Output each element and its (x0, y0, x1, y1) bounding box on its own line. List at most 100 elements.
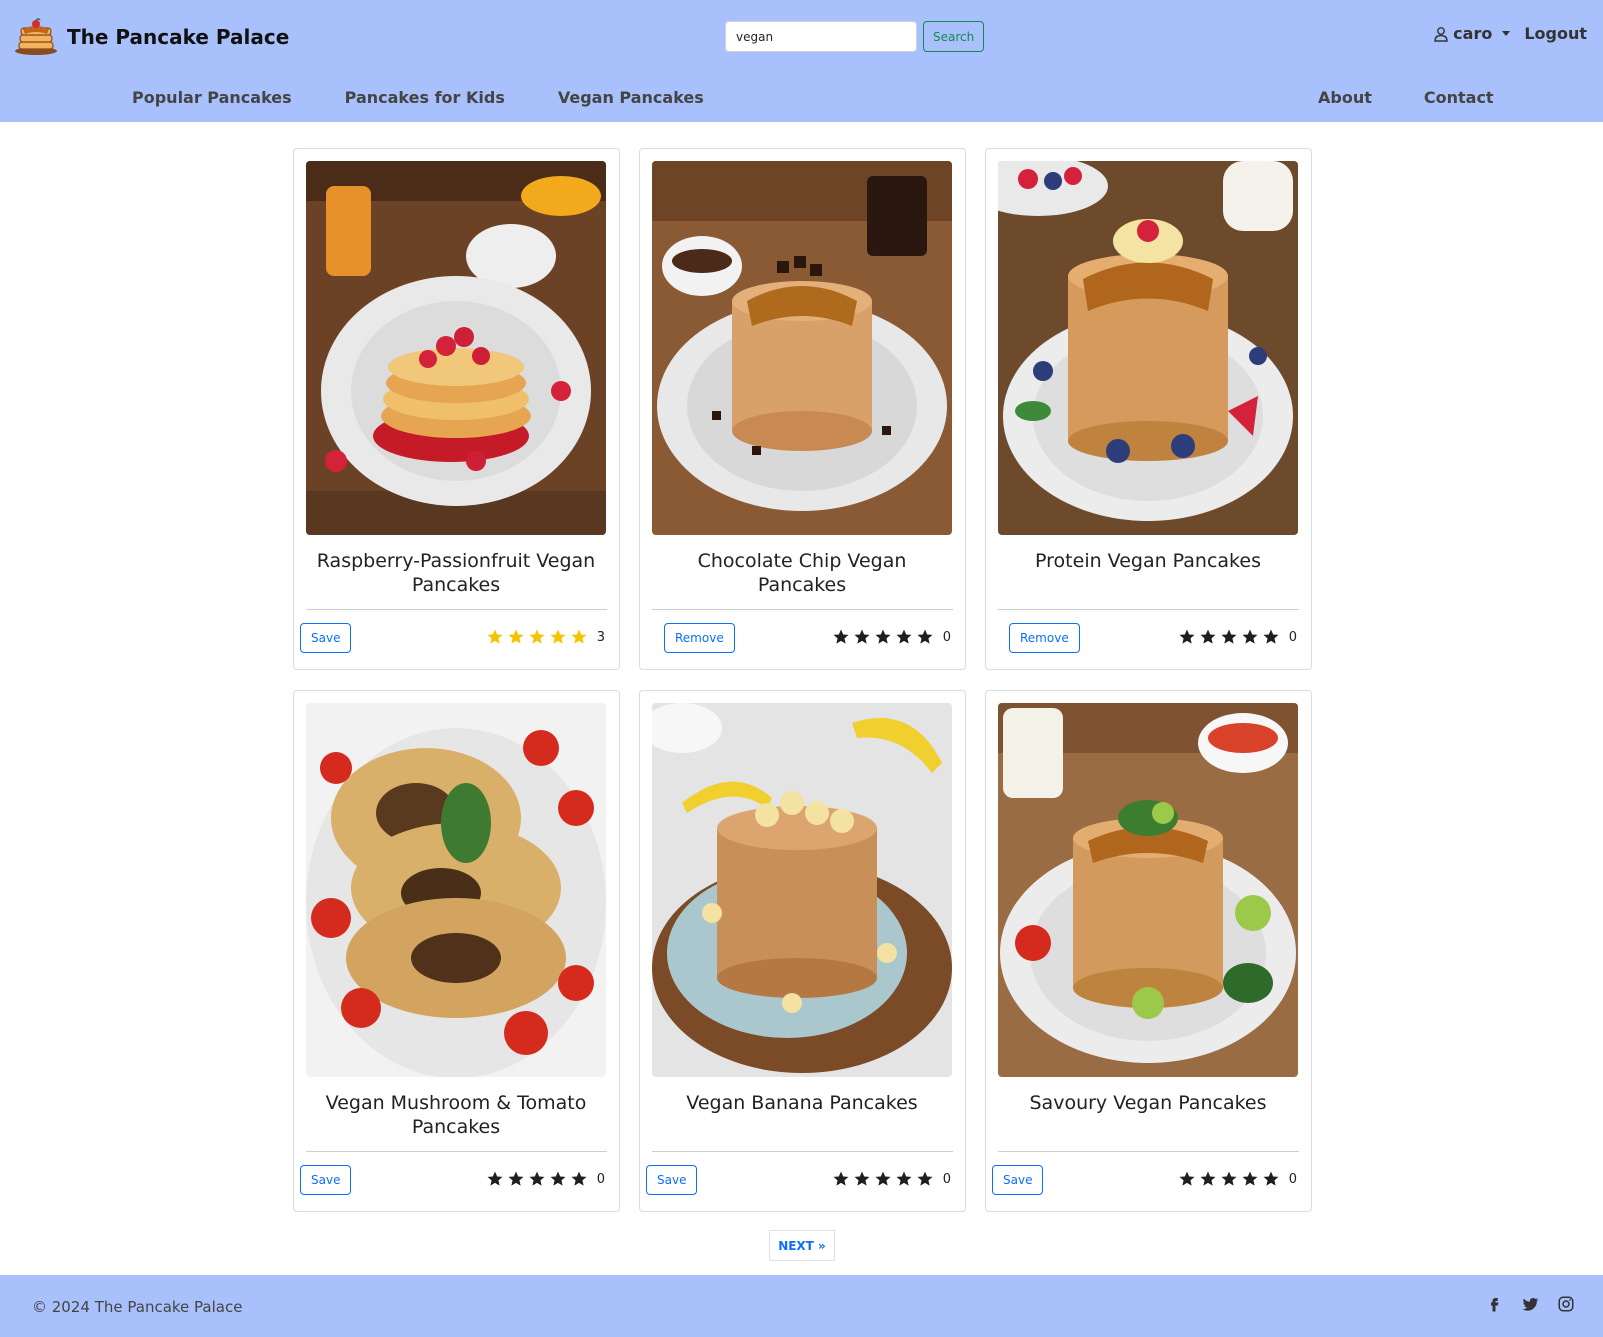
recipe-card: Protein Vegan Pancakes Remove 0 (985, 148, 1312, 670)
recipe-title[interactable]: Vegan Banana Pancakes (652, 1091, 952, 1115)
star-icon[interactable] (507, 1170, 525, 1188)
star-icon[interactable] (916, 1170, 934, 1188)
star-icon[interactable] (1241, 628, 1259, 646)
rating-count: 0 (596, 1171, 605, 1187)
search-input[interactable] (725, 21, 917, 52)
star-icon[interactable] (874, 1170, 892, 1188)
recipe-card: Vegan Banana Pancakes Save 0 (639, 690, 966, 1212)
instagram-icon[interactable] (1557, 1295, 1575, 1313)
star-icon[interactable] (1199, 1170, 1217, 1188)
divider (306, 1151, 607, 1152)
star-icon[interactable] (895, 628, 913, 646)
recipe-image[interactable] (306, 161, 606, 535)
pancake-stack-icon (15, 18, 57, 55)
divider (998, 609, 1299, 610)
logout-link[interactable]: Logout (1524, 24, 1587, 43)
copyright-text: © 2024 The Pancake Palace (32, 1298, 243, 1316)
user-icon (1434, 26, 1448, 42)
footer: © 2024 The Pancake Palace (0, 1275, 1603, 1337)
star-icon[interactable] (832, 628, 850, 646)
star-icon[interactable] (895, 1170, 913, 1188)
star-rating[interactable]: 0 (832, 1170, 951, 1188)
star-icon[interactable] (507, 628, 525, 646)
search-button[interactable]: Search (923, 21, 985, 52)
save-button[interactable]: Save (992, 1165, 1044, 1195)
star-rating[interactable]: 0 (1178, 1170, 1297, 1188)
rating-count: 0 (942, 629, 951, 645)
nav-popular-pancakes[interactable]: Popular Pancakes (132, 88, 292, 107)
recipe-title[interactable]: Savoury Vegan Pancakes (998, 1091, 1298, 1115)
recipe-image[interactable] (998, 703, 1298, 1077)
recipe-title[interactable]: Protein Vegan Pancakes (998, 549, 1298, 573)
star-icon[interactable] (1262, 1170, 1280, 1188)
brand[interactable]: The Pancake Palace (13, 18, 289, 56)
star-icon[interactable] (1220, 628, 1238, 646)
nav-contact[interactable]: Contact (1424, 88, 1494, 107)
star-icon[interactable] (874, 628, 892, 646)
rating-count: 0 (1288, 1171, 1297, 1187)
recipe-image[interactable] (998, 161, 1298, 535)
save-button[interactable]: Save (300, 1165, 352, 1195)
recipe-title[interactable]: Raspberry-Passionfruit Vegan Pancakes (306, 549, 606, 597)
recipe-image[interactable] (306, 703, 606, 1077)
recipe-card: Savoury Vegan Pancakes Save 0 (985, 690, 1312, 1212)
search-form: Search (725, 21, 985, 52)
user-menu[interactable]: caro (1433, 24, 1511, 43)
recipe-card: Chocolate Chip Vegan Pancakes Remove 0 (639, 148, 966, 670)
facebook-icon[interactable] (1485, 1295, 1503, 1313)
recipe-title[interactable]: Vegan Mushroom & Tomato Pancakes (306, 1091, 606, 1139)
recipe-grid: Raspberry-Passionfruit Vegan Pancakes Sa… (293, 148, 1312, 1212)
star-rating[interactable]: 3 (486, 628, 605, 646)
nav-pancakes-for-kids[interactable]: Pancakes for Kids (345, 88, 505, 107)
star-icon[interactable] (528, 1170, 546, 1188)
star-icon[interactable] (486, 1170, 504, 1188)
twitter-icon[interactable] (1521, 1295, 1539, 1313)
rating-count: 0 (1288, 629, 1297, 645)
top-navbar: The Pancake Palace Search caro Logout Po… (0, 0, 1603, 122)
star-icon[interactable] (1262, 628, 1280, 646)
star-icon[interactable] (549, 1170, 567, 1188)
chevron-down-icon (1502, 31, 1511, 36)
remove-button[interactable]: Remove (1009, 623, 1080, 653)
remove-button[interactable]: Remove (664, 623, 735, 653)
primary-nav: Popular Pancakes Pancakes for Kids Vegan… (132, 88, 704, 107)
star-icon[interactable] (1178, 1170, 1196, 1188)
star-icon[interactable] (570, 628, 588, 646)
recipe-card: Vegan Mushroom & Tomato Pancakes Save 0 (293, 690, 620, 1212)
recipe-image[interactable] (652, 703, 952, 1077)
star-rating[interactable]: 0 (1178, 628, 1297, 646)
star-icon[interactable] (853, 628, 871, 646)
user-name: caro (1453, 24, 1493, 43)
save-button[interactable]: Save (646, 1165, 698, 1195)
star-rating[interactable]: 0 (832, 628, 951, 646)
nav-about[interactable]: About (1318, 88, 1372, 107)
save-button[interactable]: Save (300, 623, 352, 653)
star-icon[interactable] (549, 628, 567, 646)
star-icon[interactable] (832, 1170, 850, 1188)
star-rating[interactable]: 0 (486, 1170, 605, 1188)
divider (652, 609, 953, 610)
recipe-title[interactable]: Chocolate Chip Vegan Pancakes (652, 549, 952, 597)
divider (652, 1151, 953, 1152)
recipe-image[interactable] (652, 161, 952, 535)
user-area: caro Logout (1433, 24, 1587, 43)
nav-vegan-pancakes[interactable]: Vegan Pancakes (558, 88, 704, 107)
star-icon[interactable] (1178, 628, 1196, 646)
divider (998, 1151, 1299, 1152)
brand-name: The Pancake Palace (67, 25, 290, 49)
star-icon[interactable] (1199, 628, 1217, 646)
star-icon[interactable] (1241, 1170, 1259, 1188)
recipe-card: Raspberry-Passionfruit Vegan Pancakes Sa… (293, 148, 620, 670)
star-icon[interactable] (916, 628, 934, 646)
star-icon[interactable] (853, 1170, 871, 1188)
social-links (1485, 1295, 1575, 1313)
star-icon[interactable] (1220, 1170, 1238, 1188)
rating-count: 3 (596, 629, 605, 645)
star-icon[interactable] (528, 628, 546, 646)
star-icon[interactable] (570, 1170, 588, 1188)
secondary-nav: About Contact (1318, 88, 1494, 107)
rating-count: 0 (942, 1171, 951, 1187)
divider (306, 609, 607, 610)
star-icon[interactable] (486, 628, 504, 646)
next-page-button[interactable]: NEXT » (769, 1230, 835, 1261)
